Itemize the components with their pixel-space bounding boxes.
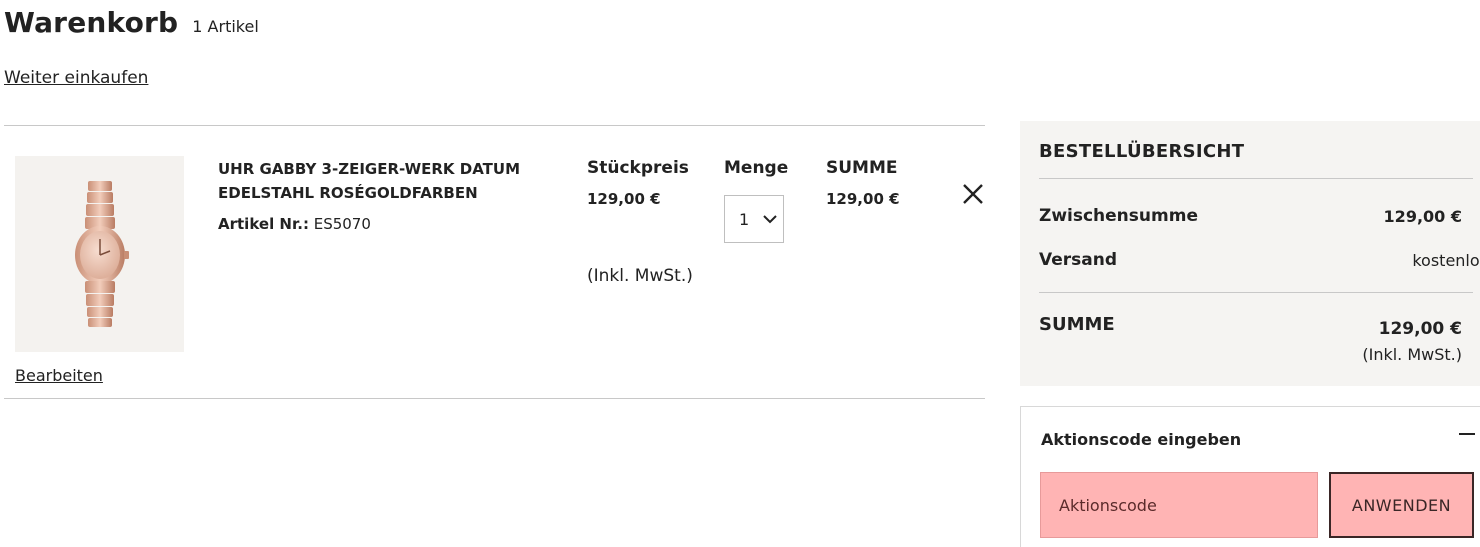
- order-summary: BESTELLÜBERSICHT Zwischensumme 129,00 € …: [1020, 121, 1480, 386]
- cart-top-divider: [4, 125, 985, 126]
- watch-product-image: [74, 181, 129, 327]
- shipping-label: Versand: [1039, 250, 1118, 270]
- edit-item-link[interactable]: Bearbeiten: [15, 366, 103, 385]
- page-title: Warenkorb: [4, 6, 179, 39]
- summary-total-label: SUMME: [1039, 314, 1115, 335]
- item-total-value: 129,00 €: [826, 190, 900, 208]
- promo-code-input[interactable]: [1040, 472, 1318, 538]
- quantity-value: 1: [739, 209, 750, 229]
- subtotal-label: Zwischensumme: [1039, 206, 1198, 226]
- total-header: SUMME: [826, 158, 898, 178]
- tax-note: (Inkl. MwSt.): [587, 266, 693, 286]
- promo-code-panel: Aktionscode eingeben ANWENDEN: [1020, 406, 1480, 547]
- unit-price-header: Stückpreis: [587, 158, 689, 178]
- quantity-header: Menge: [724, 158, 789, 178]
- page-header: Warenkorb 1 Artikel: [4, 6, 259, 39]
- article-number-value: ES5070: [313, 215, 371, 233]
- product-name[interactable]: UHR GABBY 3-ZEIGER-WERK DATUM EDELSTAHL …: [218, 157, 538, 205]
- summary-tax-note: (Inkl. MwSt.): [1362, 345, 1462, 364]
- summary-divider: [1039, 292, 1473, 293]
- article-number-label: Artikel Nr.:: [218, 215, 309, 233]
- quantity-select[interactable]: 1: [724, 195, 784, 243]
- apply-promo-button[interactable]: ANWENDEN: [1329, 472, 1474, 538]
- order-summary-title: BESTELLÜBERSICHT: [1039, 141, 1245, 162]
- remove-item-button[interactable]: [958, 180, 988, 210]
- article-number-row: Artikel Nr.: ES5070: [218, 215, 371, 233]
- continue-shopping-link[interactable]: Weiter einkaufen: [4, 68, 148, 88]
- subtotal-value: 129,00 €: [1383, 207, 1462, 226]
- promo-code-title[interactable]: Aktionscode eingeben: [1041, 430, 1241, 449]
- summary-divider: [1039, 178, 1473, 179]
- product-image[interactable]: [15, 156, 184, 352]
- minus-icon[interactable]: [1459, 433, 1475, 435]
- summary-total-value: 129,00 €: [1378, 319, 1462, 339]
- cart-bottom-divider: [4, 398, 985, 399]
- unit-price-value: 129,00 €: [587, 190, 661, 208]
- close-icon: [963, 184, 983, 204]
- chevron-down-icon: [763, 215, 777, 224]
- shipping-value: kostenlos: [1412, 251, 1480, 270]
- cart-item-count: 1 Artikel: [192, 17, 259, 36]
